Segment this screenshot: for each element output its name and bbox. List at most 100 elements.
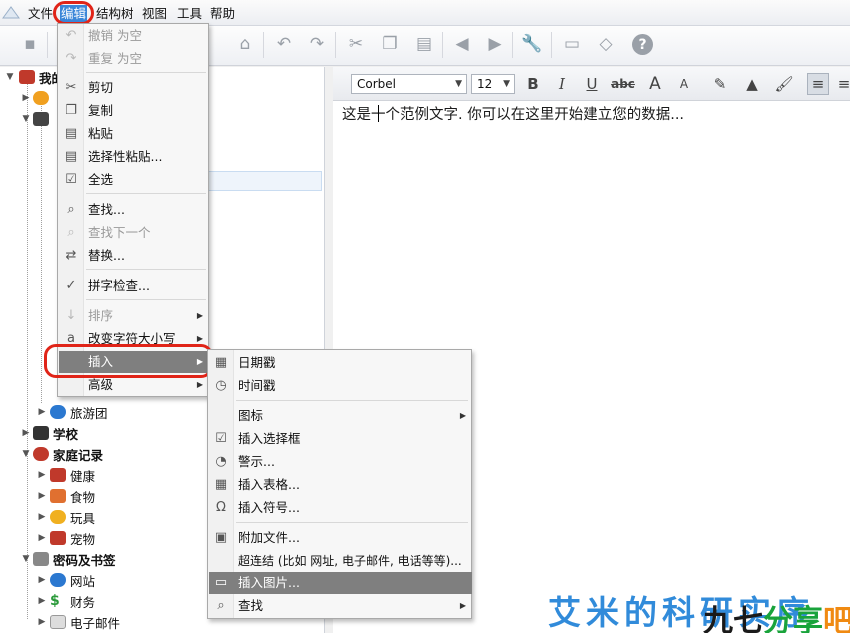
redo-icon[interactable]: ↷ [305,32,329,56]
help-icon[interactable]: ? [632,34,653,55]
tree-row-root[interactable]: ▼ 我的 [0,67,64,87]
print-icon[interactable]: ▭ [560,32,584,56]
menu-item-checkbox[interactable]: ☑ 插入选择框 [209,428,472,450]
expand-toggle-icon[interactable]: ▶ [36,595,48,607]
menu-item-time-stamp[interactable]: ◷ 时间戳 [209,375,472,397]
expand-toggle-icon[interactable]: ▶ [36,616,48,628]
spellcheck-icon: ✓ [65,278,77,293]
brush-icon[interactable]: 🖌 [773,73,795,95]
tree-row-pets[interactable]: ▶ 宠物 [0,528,95,548]
menu-tools[interactable]: 工具 [176,5,203,22]
menu-item-find[interactable]: ⌕ 查找 ▶ [209,595,472,617]
underline-button[interactable]: U [581,73,603,95]
menu-item-select-all[interactable]: ☑ 全选 [59,169,209,191]
italic-button[interactable]: I [551,73,573,95]
menu-item-find[interactable]: ⌕ 查找... [59,199,209,221]
strikethrough-button[interactable]: abc [609,73,637,95]
back-icon[interactable]: ◀ [450,32,474,56]
menu-view[interactable]: 视图 [141,5,168,22]
menu-separator [236,522,468,523]
font-select[interactable]: Corbel ▼ [351,74,467,94]
font-color-icon[interactable]: ▲ [741,73,763,95]
smiley-icon [50,510,66,524]
tree-row-travel[interactable]: ▶ 旅游团 [0,402,108,422]
tree-row-item[interactable]: ▶ [0,88,53,108]
submenu-arrow-icon: ▶ [459,411,466,420]
menu-tree[interactable]: 结构树 [95,5,135,22]
menu-item-icon[interactable]: 图标 ▶ [209,405,472,427]
tree-row-item[interactable]: ▼ [0,109,53,129]
expand-toggle-icon[interactable]: ▶ [20,92,32,104]
tree-row-websites[interactable]: ▶ 网站 [0,570,95,590]
menu-item-attach-file[interactable]: ▣ 附加文件... [209,527,472,549]
find-icon[interactable]: ⌂ [233,32,257,56]
shrink-font-button[interactable]: A [673,73,695,95]
menu-item-undo[interactable]: ↶ 撤销 为空 [59,25,209,47]
menu-item-symbol[interactable]: Ω 插入符号... [209,497,472,519]
tree-row-email[interactable]: ▶ 电子邮件 [0,612,120,632]
paste-icon: ▤ [64,126,78,141]
expand-toggle-icon[interactable]: ▶ [36,469,48,481]
menu-item-copy[interactable]: ❐ 复制 [59,100,209,122]
menu-item-hyperlink[interactable]: 超连结 (比如 网址, 电子邮件, 电话等等)... [209,550,472,572]
expand-toggle-icon[interactable]: ▼ [20,553,32,565]
watermark-logo: 九七分享吧 [703,596,850,633]
menu-item-paste[interactable]: ▤ 粘贴 [59,123,209,145]
expand-toggle-icon[interactable]: ▶ [36,406,48,418]
grow-font-button[interactable]: A [644,73,666,95]
expand-toggle-icon[interactable]: ▼ [4,71,16,83]
copy-icon[interactable]: ❐ [378,32,402,56]
highlight-icon[interactable]: ✎ [709,73,731,95]
menu-item-label: 插入表格... [238,477,300,492]
align-center-icon[interactable]: ≡ [833,73,850,95]
watermark-part: 分享 [763,604,823,633]
menu-item-label: 拼字检查... [88,278,150,293]
expand-toggle-icon[interactable]: ▶ [36,511,48,523]
menu-item-cut[interactable]: ✂ 剪切 [59,77,209,99]
tree-row-toys[interactable]: ▶ 玩具 [0,507,95,527]
tree-row-family[interactable]: ▼ 家庭记录 [0,444,103,464]
menu-item-find-next[interactable]: ⌕ 查找下一个 [59,222,209,244]
menu-separator [86,269,206,270]
menu-item-paste-special[interactable]: ▤ 选择性粘贴... [59,146,209,168]
tree-selected-row[interactable] [205,171,322,191]
menu-help[interactable]: 帮助 [209,5,236,22]
undo-icon[interactable]: ↶ [272,32,296,56]
tree-row-school[interactable]: ▶ 学校 [0,423,78,443]
expand-toggle-icon[interactable]: ▶ [36,574,48,586]
menu-item-sort[interactable]: ↓ 排序 ▶ [59,305,209,327]
paste-special-icon[interactable]: ▤ [412,32,436,56]
menu-item-insert-image[interactable]: ▭ 插入图片... [209,572,472,594]
tree-row-passwords[interactable]: ▼ 密码及书签 [0,549,116,569]
expand-toggle-icon[interactable]: ▶ [36,532,48,544]
font-size-select[interactable]: 12 ▼ [471,74,515,94]
menu-item-spellcheck[interactable]: ✓ 拼字检查... [59,275,209,297]
submenu-arrow-icon: ▶ [459,601,466,610]
menu-file[interactable]: 文件 [27,5,54,22]
tree-row-health[interactable]: ▶ 健康 [0,465,95,485]
cut-icon[interactable]: ✂ [344,32,368,56]
toolbar-separator [512,32,513,58]
highlight-ring-insert [44,344,213,378]
menu-item-date-stamp[interactable]: ▦ 日期戳 [209,352,472,374]
tools-icon[interactable]: 🔧 [520,32,544,56]
tree-row-food[interactable]: ▶ 食物 [0,486,95,506]
menu-item-replace[interactable]: ⇄ 替换... [59,245,209,267]
menu-item-redo[interactable]: ↷ 重复 为空 [59,48,209,70]
expand-toggle-icon[interactable]: ▼ [20,113,32,125]
expand-toggle-icon[interactable]: ▼ [20,448,32,460]
menu-item-label: 全选 [88,172,114,187]
eraser-icon[interactable]: ◇ [594,32,618,56]
save-icon[interactable]: ▪ [18,32,42,56]
menu-item-alarm[interactable]: ◔ 警示... [209,451,472,473]
tree-label: 学校 [53,426,79,442]
bold-button[interactable]: B [522,73,544,95]
menu-item-table[interactable]: ▦ 插入表格... [209,474,472,496]
align-left-icon[interactable]: ≡ [807,73,829,95]
expand-toggle-icon[interactable]: ▶ [20,427,32,439]
replace-icon: ⇄ [65,248,77,263]
forward-icon[interactable]: ▶ [483,32,507,56]
expand-toggle-icon[interactable]: ▶ [36,490,48,502]
tree-row-finance[interactable]: ▶ $ 财务 [0,591,95,611]
document-text[interactable]: 这是一个范例文字. 你可以在这里开始建立您的数据... [342,103,684,124]
